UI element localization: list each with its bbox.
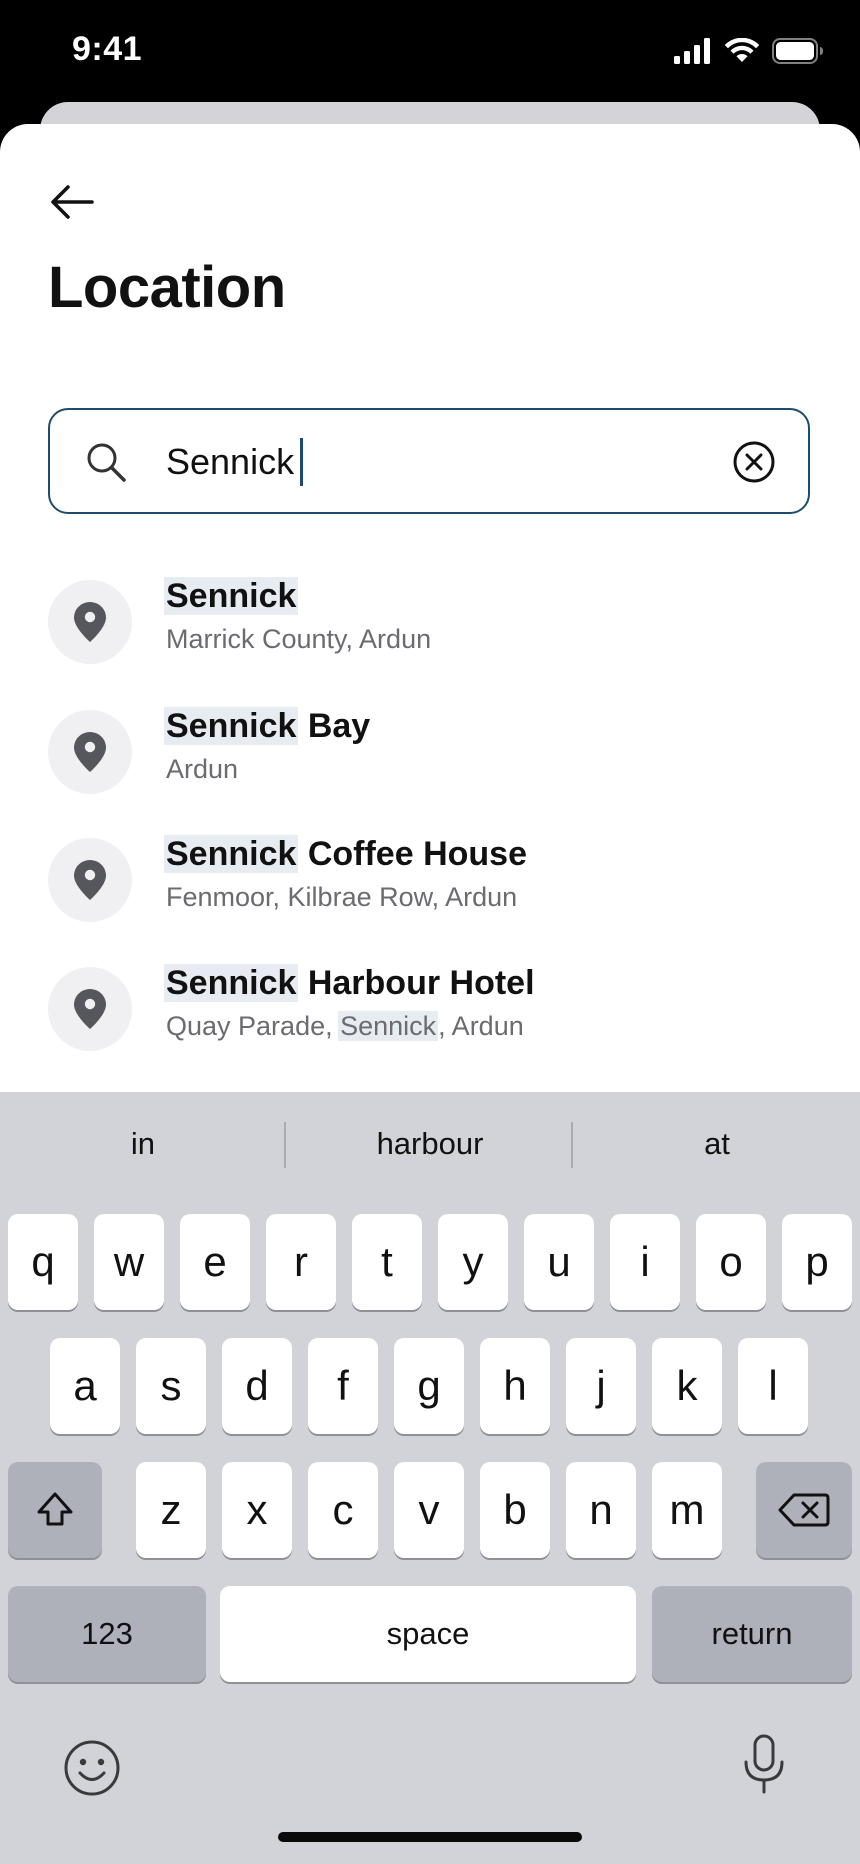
key-y[interactable]: y	[438, 1214, 508, 1310]
wifi-icon	[724, 38, 760, 62]
result-title: Sennick Coffee House	[164, 832, 527, 876]
suggestion-item[interactable]: at	[574, 1112, 860, 1176]
key-l[interactable]: l	[738, 1338, 808, 1434]
result-item[interactable]: Sennick Marrick County, Ardun	[0, 564, 860, 684]
location-pin-icon	[74, 732, 106, 772]
key-n[interactable]: n	[566, 1462, 636, 1558]
key-s[interactable]: s	[136, 1338, 206, 1434]
microphone-icon[interactable]	[732, 1732, 796, 1796]
suggestion-item[interactable]: harbour	[287, 1112, 573, 1176]
key-b[interactable]: b	[480, 1462, 550, 1558]
page-title: Location	[48, 255, 286, 320]
search-field[interactable]: Sennick	[48, 408, 810, 514]
result-text: Sennick Harbour Hotel Quay Parade, Senni…	[164, 961, 535, 1045]
key-p[interactable]: p	[782, 1214, 852, 1310]
result-title-match: Sennick	[164, 964, 299, 1002]
result-title: Sennick Harbour Hotel	[164, 961, 535, 1005]
result-subtitle: Marrick County, Ardun	[166, 620, 431, 658]
search-icon	[87, 443, 126, 482]
arrow-left-icon	[51, 185, 94, 219]
suggestion-divider	[284, 1122, 286, 1168]
result-text: Sennick Bay Ardun	[164, 704, 371, 788]
result-text: Sennick Marrick County, Ardun	[164, 574, 431, 658]
key-d[interactable]: d	[222, 1338, 292, 1434]
backspace-icon	[778, 1493, 830, 1527]
key-a[interactable]: a	[50, 1338, 120, 1434]
key-j[interactable]: j	[566, 1338, 636, 1434]
result-title: Sennick	[164, 574, 431, 618]
key-w[interactable]: w	[94, 1214, 164, 1310]
key-o[interactable]: o	[696, 1214, 766, 1310]
result-subtitle: Ardun	[166, 750, 370, 788]
text-caret	[300, 438, 304, 486]
key-r[interactable]: r	[266, 1214, 336, 1310]
key-t[interactable]: t	[352, 1214, 422, 1310]
status-bar: 9:41	[0, 0, 860, 110]
predictive-suggestions: in harbour at	[0, 1112, 860, 1176]
result-subtitle-text: Quay Parade,	[166, 1011, 341, 1041]
result-title-rest: Harbour Hotel	[298, 964, 535, 1002]
delete-key[interactable]	[756, 1462, 852, 1558]
return-key[interactable]: return	[652, 1586, 852, 1682]
key-f[interactable]: f	[308, 1338, 378, 1434]
emoji-icon[interactable]	[60, 1736, 124, 1800]
result-title-match: Sennick	[164, 707, 299, 745]
status-icons	[674, 38, 824, 64]
clear-search-icon[interactable]	[732, 440, 776, 484]
back-button[interactable]	[44, 174, 100, 230]
key-x[interactable]: x	[222, 1462, 292, 1558]
result-title-match: Sennick	[164, 577, 299, 615]
key-k[interactable]: k	[652, 1338, 722, 1434]
result-title-match: Sennick	[164, 835, 299, 873]
shift-arrow-icon	[37, 1492, 73, 1526]
location-pin-badge	[48, 710, 132, 794]
suggestion-item[interactable]: in	[0, 1112, 286, 1176]
numbers-key[interactable]: 123	[8, 1586, 206, 1682]
key-g[interactable]: g	[394, 1338, 464, 1434]
result-item[interactable]: Sennick Harbour Hotel Quay Parade, Senni…	[0, 951, 860, 1071]
search-input[interactable]: Sennick	[166, 432, 304, 492]
key-e[interactable]: e	[180, 1214, 250, 1310]
key-c[interactable]: c	[308, 1462, 378, 1558]
result-item[interactable]: Sennick Coffee House Fenmoor, Kilbrae Ro…	[0, 822, 860, 942]
location-pin-badge	[48, 580, 132, 664]
space-key[interactable]: space	[220, 1586, 636, 1682]
key-v[interactable]: v	[394, 1462, 464, 1558]
result-subtitle: Quay Parade, Sennick, Ardun	[166, 1007, 535, 1045]
result-title-rest: Coffee House	[298, 835, 527, 873]
location-pin-icon	[74, 860, 106, 900]
suggestion-divider	[571, 1122, 573, 1168]
result-item[interactable]: Sennick Bay Ardun	[0, 694, 860, 814]
result-title-rest: Bay	[298, 707, 371, 745]
search-input-value: Sennick	[166, 441, 295, 482]
location-pin-badge	[48, 838, 132, 922]
result-subtitle-text: Fenmoor, Kilbrae Row, Ardun	[166, 882, 518, 912]
cellular-signal-icon	[674, 38, 710, 64]
key-i[interactable]: i	[610, 1214, 680, 1310]
key-h[interactable]: h	[480, 1338, 550, 1434]
shift-key[interactable]	[8, 1462, 102, 1558]
battery-icon	[772, 38, 823, 64]
status-time: 9:41	[72, 30, 143, 68]
result-subtitle: Fenmoor, Kilbrae Row, Ardun	[166, 878, 527, 916]
key-u[interactable]: u	[524, 1214, 594, 1310]
location-pin-icon	[74, 989, 106, 1029]
home-indicator[interactable]	[278, 1832, 582, 1842]
result-title: Sennick Bay	[164, 704, 371, 748]
result-subtitle-text: Marrick County, Ardun	[166, 624, 432, 654]
result-text: Sennick Coffee House Fenmoor, Kilbrae Ro…	[164, 832, 527, 916]
key-m[interactable]: m	[652, 1462, 722, 1558]
result-subtitle-text: Ardun	[166, 754, 239, 784]
location-pin-icon	[74, 602, 106, 642]
result-subtitle-match: Sennick	[338, 1011, 439, 1041]
keyboard: in harbour at q w e r t y u i o p a s d …	[0, 1092, 860, 1864]
location-pin-badge	[48, 967, 132, 1051]
result-subtitle-text: , Ardun	[438, 1011, 524, 1041]
key-q[interactable]: q	[8, 1214, 78, 1310]
key-z[interactable]: z	[136, 1462, 206, 1558]
